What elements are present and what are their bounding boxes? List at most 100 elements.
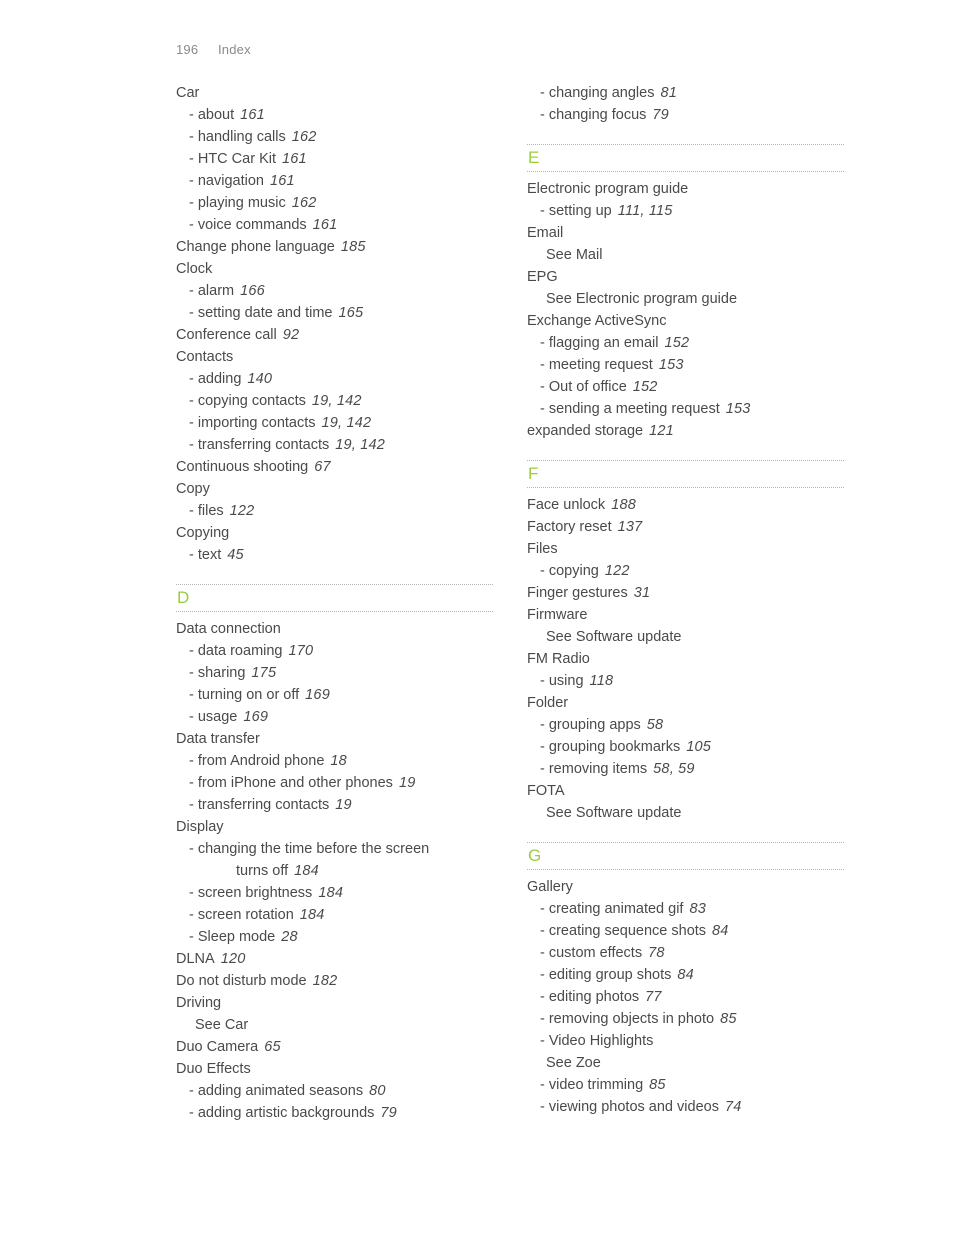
index-entry-crossref: See Electronic program guide bbox=[527, 288, 844, 310]
index-entry-label: Do not disturb mode bbox=[176, 973, 307, 989]
index-entry-main: Copy bbox=[176, 478, 493, 500]
index-entry-label: EPG bbox=[527, 269, 558, 285]
index-entry-pages: 122 bbox=[604, 563, 630, 579]
index-entry-label: See Zoe bbox=[546, 1055, 601, 1071]
index-entry-sub: - Sleep mode 28 bbox=[176, 926, 493, 948]
index-entry-label: Folder bbox=[527, 695, 569, 711]
index-entry-main: Do not disturb mode 182 bbox=[176, 970, 493, 992]
index-entry-pages: 161 bbox=[240, 107, 265, 123]
index-entry-main: FOTA bbox=[527, 780, 844, 802]
index-entry-pages: 84 bbox=[677, 967, 694, 983]
index-entry-main: Electronic program guide bbox=[527, 178, 844, 200]
index-entry-label: - transferring contacts bbox=[189, 797, 330, 813]
index-entry-main: Duo Camera 65 bbox=[176, 1036, 493, 1058]
index-entry-sub: - navigation 161 bbox=[176, 170, 493, 192]
index-entry-main: Change phone language 185 bbox=[176, 236, 493, 258]
index-entry-label: - meeting request bbox=[540, 357, 653, 373]
index-entry-pages: 137 bbox=[617, 519, 643, 535]
index-entry-pages: 58 bbox=[646, 717, 664, 733]
index-entry-crossref: See Mail bbox=[527, 244, 844, 266]
index-entry-crossref: See Software update bbox=[527, 626, 844, 648]
index-entry-label: - editing group shots bbox=[540, 967, 672, 983]
index-entry-pages: 80 bbox=[369, 1083, 386, 1099]
index-entry-pages: 83 bbox=[689, 901, 706, 917]
index-entry-pages: 111, 115 bbox=[617, 203, 673, 219]
index-entry-sub: - from Android phone 18 bbox=[176, 750, 493, 772]
index-entry-sub: - using 118 bbox=[527, 670, 844, 692]
index-entry-label: - copying bbox=[540, 563, 599, 579]
index-entry-sub: - sharing 175 bbox=[176, 662, 493, 684]
index-entry-sub: - alarm 166 bbox=[176, 280, 493, 302]
index-entry-label: Gallery bbox=[527, 879, 573, 895]
alpha-letter: F bbox=[528, 464, 539, 483]
index-entry-label: Copy bbox=[176, 481, 210, 497]
index-entry-sub: - removing objects in photo 85 bbox=[527, 1008, 844, 1030]
index-entry-pages: 182 bbox=[312, 973, 338, 989]
index-entry-pages: 77 bbox=[645, 989, 662, 1005]
page-header-label: Index bbox=[218, 42, 251, 57]
index-entry-pages: 84 bbox=[712, 923, 729, 939]
index-entry-pages: 78 bbox=[648, 945, 665, 961]
index-entry-pages: 19 bbox=[398, 775, 416, 791]
index-entry-main: Email bbox=[527, 222, 844, 244]
index-columns: Car - about 161 - handling calls 162 - HTC Ca… bbox=[176, 82, 844, 1124]
index-entry-main: Folder bbox=[527, 692, 844, 714]
index-entry-label: - custom effects bbox=[540, 945, 643, 961]
index-entry-label: Car bbox=[176, 85, 200, 101]
index-entry-pages: 121 bbox=[649, 423, 674, 439]
index-entry-label: - Sleep mode bbox=[189, 929, 276, 945]
index-entry-pages: 85 bbox=[649, 1077, 666, 1093]
index-entry-sub: - changing focus 79 bbox=[527, 104, 844, 126]
index-entry-label: Conference call bbox=[176, 327, 277, 343]
index-entry-sub: - sending a meeting request 153 bbox=[527, 398, 844, 420]
index-entry-main: Gallery bbox=[527, 876, 844, 898]
index-entry-pages: 79 bbox=[652, 107, 669, 123]
alpha-letter: D bbox=[177, 588, 190, 607]
index-entry-label: - sharing bbox=[189, 665, 246, 681]
index-entry-label: - copying contacts bbox=[189, 393, 306, 409]
index-entry-label: Continuous shooting bbox=[176, 459, 309, 475]
index-entry-label: - HTC Car Kit bbox=[189, 151, 276, 167]
index-entry-label: - about bbox=[189, 107, 235, 123]
index-entry-sub: - editing group shots 84 bbox=[527, 964, 844, 986]
index-entry-group: Data connection - data roaming 170 - sharin… bbox=[176, 618, 493, 1124]
index-entry-sub: - Video Highlights bbox=[527, 1030, 844, 1052]
index-entry-pages: 170 bbox=[288, 643, 314, 659]
index-entry-main: FM Radio bbox=[527, 648, 844, 670]
index-entry-main: Driving bbox=[176, 992, 493, 1014]
index-entry-label: - changing the time before the screen bbox=[189, 841, 430, 857]
index-entry-pages: 185 bbox=[340, 239, 366, 255]
index-entry-label: - Out of office bbox=[540, 379, 627, 395]
index-entry-main: DLNA 120 bbox=[176, 948, 493, 970]
index-entry-sub: - copying contacts 19, 142 bbox=[176, 390, 493, 412]
index-entry-sub: - screen brightness 184 bbox=[176, 882, 493, 904]
index-entry-sub: - files 122 bbox=[176, 500, 493, 522]
section-rule-bottom bbox=[527, 487, 844, 488]
index-entry-sub: - setting date and time 165 bbox=[176, 302, 493, 324]
index-entry-pages: 118 bbox=[589, 673, 614, 689]
index-entry-label: Contacts bbox=[176, 349, 234, 365]
index-entry-label: - grouping apps bbox=[540, 717, 641, 733]
index-entry-label: Files bbox=[527, 541, 558, 557]
index-entry-sub: - about 161 bbox=[176, 104, 493, 126]
index-entry-pages: 67 bbox=[314, 459, 331, 475]
index-entry-pages: 165 bbox=[338, 305, 364, 321]
section-rule-bottom bbox=[527, 171, 844, 172]
index-entry-group: Gallery - creating animated gif 83- creati… bbox=[527, 876, 844, 1118]
alpha-section-d: D bbox=[176, 584, 493, 612]
index-entry-label: - grouping bookmarks bbox=[540, 739, 681, 755]
index-entry-sub: - viewing photos and videos 74 bbox=[527, 1096, 844, 1118]
index-entry-sub: - importing contacts 19, 142 bbox=[176, 412, 493, 434]
index-entry-sub: - changing angles 81 bbox=[527, 82, 844, 104]
index-entry-label: - transferring contacts bbox=[189, 437, 330, 453]
index-entry-sub: - grouping apps 58 bbox=[527, 714, 844, 736]
index-entry-label: Electronic program guide bbox=[527, 181, 689, 197]
index-entry-label: - changing angles bbox=[540, 85, 655, 101]
index-entry-label: - setting up bbox=[540, 203, 612, 219]
index-entry-label: See Software update bbox=[546, 629, 682, 645]
index-entry-label: Clock bbox=[176, 261, 213, 277]
index-entry-sub: - adding 140 bbox=[176, 368, 493, 390]
index-entry-pages: 152 bbox=[664, 335, 690, 351]
index-entry-sub: - transferring contacts 19 bbox=[176, 794, 493, 816]
index-entry-sub: - handling calls 162 bbox=[176, 126, 493, 148]
